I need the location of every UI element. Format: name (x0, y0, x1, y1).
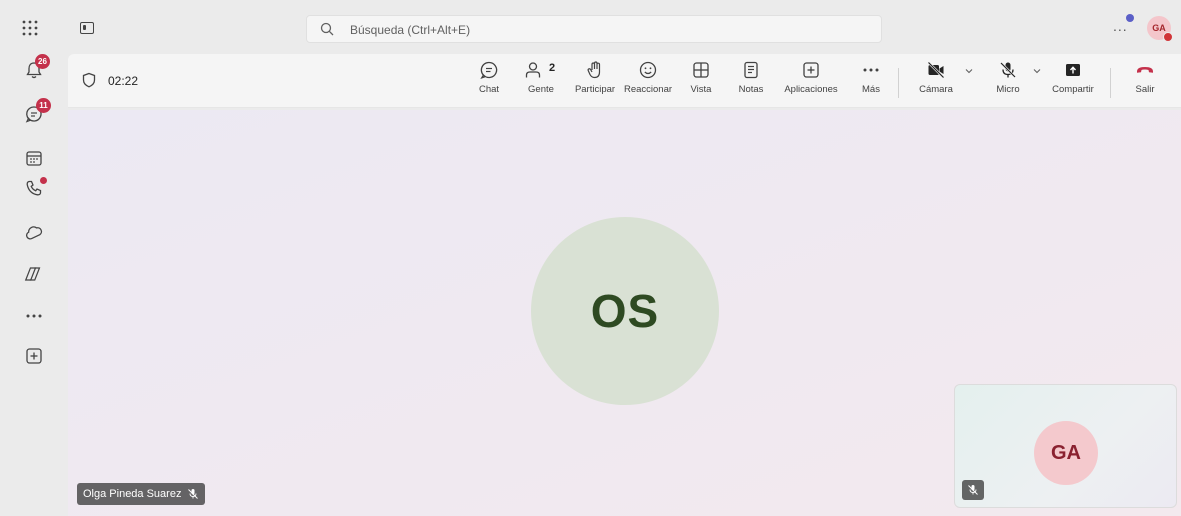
toolbar-divider (898, 68, 899, 98)
mic-off-icon (188, 489, 199, 499)
view-button[interactable]: Vista (686, 60, 716, 104)
chat-badge: 11 (36, 98, 51, 113)
title-bar: Búsqueda (Ctrl+Alt+E) ... GA (0, 0, 1181, 54)
cloud-icon (25, 226, 43, 240)
shield-icon (82, 72, 96, 88)
more-options-icon[interactable]: ... (1113, 18, 1128, 34)
raise-hand-button[interactable]: Participar (570, 60, 620, 104)
more-button[interactable]: Más (856, 60, 886, 104)
apps-button[interactable]: Aplicaciones (780, 60, 842, 104)
participant-name-tag: Olga Pineda Suarez (77, 483, 206, 505)
rail-chat[interactable]: 11 (24, 98, 51, 124)
more-label: Más (862, 84, 880, 95)
calls-indicator-dot (40, 177, 47, 184)
camera-off-icon (927, 61, 945, 79)
meeting-toolbar: 02:22 Chat 2 Gente Participar Reaccionar… (68, 54, 1181, 108)
rail-onedrive[interactable] (24, 222, 44, 242)
self-avatar: GA (1034, 421, 1098, 485)
self-view-tile[interactable]: GA (954, 384, 1177, 508)
notes-label: Notas (738, 84, 764, 95)
people-count: 2 (549, 62, 556, 74)
rail-add-apps[interactable] (24, 346, 44, 366)
more-icon (863, 68, 879, 72)
react-label: Reaccionar (623, 84, 673, 95)
leave-label: Salir (1135, 84, 1155, 95)
profile-avatar[interactable]: GA (1147, 16, 1173, 42)
share-screen-icon (1066, 64, 1080, 76)
leave-button[interactable]: Salir (1130, 60, 1160, 104)
copilot-icon (24, 267, 41, 281)
rail-calls[interactable] (24, 177, 47, 198)
participant-name: Olga Pineda Suarez (83, 488, 182, 500)
add-app-icon (26, 348, 42, 364)
self-mute-indicator (962, 480, 984, 500)
rail-activity[interactable]: 26 (24, 54, 50, 80)
participant-avatar[interactable]: OS (531, 217, 719, 405)
meeting-stage: OS Olga Pineda Suarez GA (68, 110, 1181, 516)
camera-button[interactable]: Cámara (914, 60, 958, 104)
mic-button[interactable]: Micro (988, 60, 1028, 104)
hang-up-icon (1137, 67, 1153, 73)
search-input[interactable]: Búsqueda (Ctrl+Alt+E) (306, 15, 882, 43)
profile-initials: GA (1152, 23, 1166, 33)
chat-bubble-icon (480, 61, 498, 79)
add-app-icon (803, 62, 819, 78)
camera-options-chevron-icon[interactable] (964, 66, 974, 76)
camera-label: Cámara (919, 84, 953, 95)
mic-options-chevron-icon[interactable] (1032, 66, 1042, 76)
toolbar-divider (1110, 68, 1111, 98)
emoji-icon (639, 61, 657, 79)
app-launcher-icon[interactable] (20, 18, 40, 38)
raise-hand-label: Participar (574, 84, 616, 95)
chat-label: Chat (478, 84, 500, 95)
activity-badge: 26 (35, 54, 50, 69)
mic-off-icon (1000, 62, 1016, 78)
raise-hand-icon (587, 61, 601, 79)
search-icon (320, 22, 334, 36)
calendar-icon (26, 151, 42, 166)
more-icon (26, 314, 42, 318)
notification-dot (1126, 14, 1134, 22)
meeting-timer: 02:22 (108, 74, 139, 88)
notes-button[interactable]: Notas (736, 60, 766, 104)
apps-label: Aplicaciones (784, 84, 838, 95)
presence-status-dot (1163, 32, 1173, 42)
view-label: Vista (690, 84, 712, 95)
rail-copilot[interactable] (24, 264, 44, 284)
chat-button[interactable]: Chat (474, 60, 504, 104)
people-button[interactable]: 2 Gente (524, 60, 558, 104)
rail-calendar[interactable] (24, 148, 44, 168)
search-placeholder: Búsqueda (Ctrl+Alt+E) (350, 23, 471, 37)
mic-off-icon (968, 485, 978, 495)
mic-label: Micro (996, 84, 1020, 95)
share-button[interactable]: Compartir (1046, 60, 1100, 104)
people-label: Gente (528, 84, 554, 95)
react-button[interactable]: Reaccionar (622, 60, 674, 104)
share-label: Compartir (1052, 84, 1094, 95)
notes-icon (744, 61, 758, 79)
panel-toggle-icon[interactable] (80, 22, 94, 34)
view-grid-icon (693, 62, 709, 78)
participant-initials: OS (590, 285, 660, 337)
rail-more[interactable] (24, 306, 44, 326)
left-rail: 26 11 (0, 54, 68, 516)
people-icon (525, 62, 541, 78)
self-initials: GA (1051, 442, 1081, 464)
